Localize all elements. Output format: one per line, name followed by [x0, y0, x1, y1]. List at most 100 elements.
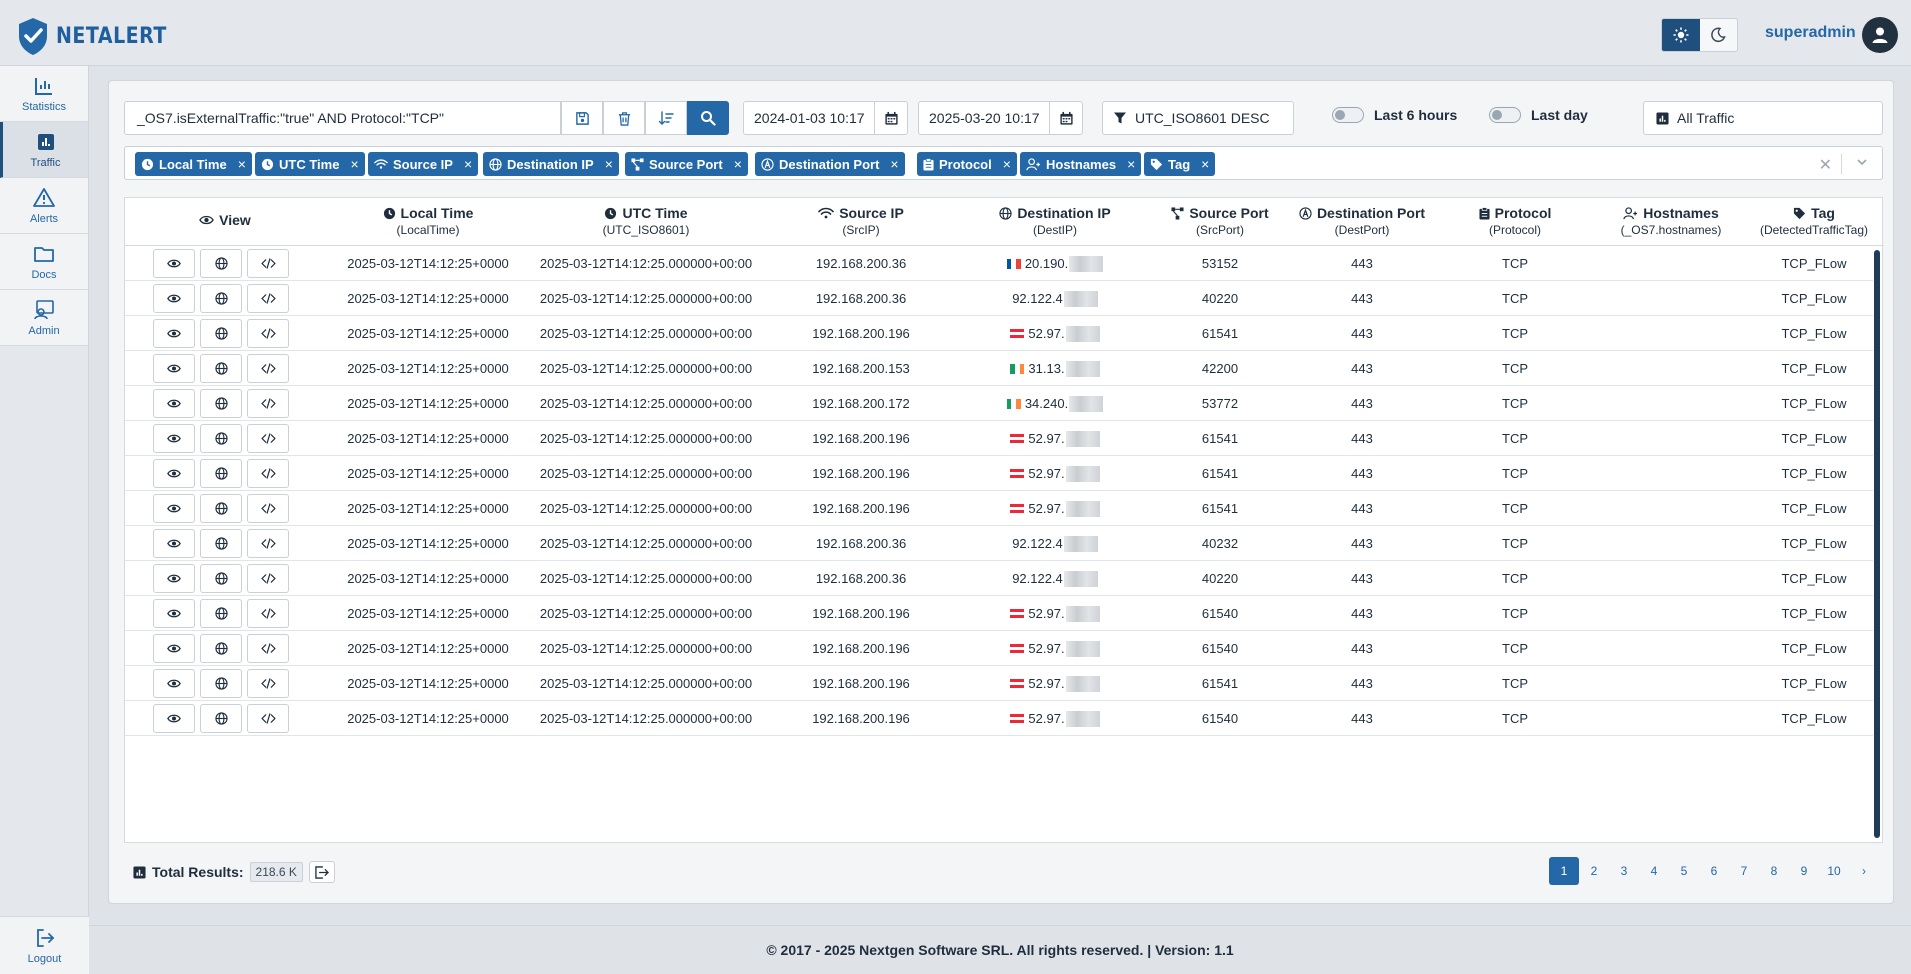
- table-row[interactable]: 2025-03-12T14:12:25+0000 2025-03-12T14:1…: [125, 491, 1873, 526]
- column-header-hostnames[interactable]: Hostnames (_OS7.hostnames): [1597, 205, 1745, 237]
- chip-source-ip[interactable]: Source IP ×: [368, 152, 479, 176]
- table-row[interactable]: 2025-03-12T14:12:25+0000 2025-03-12T14:1…: [125, 631, 1873, 666]
- clear-chips-icon[interactable]: ✕: [1819, 155, 1832, 175]
- view-geo-button[interactable]: [200, 704, 242, 733]
- chip-remove-icon[interactable]: ×: [1127, 156, 1135, 172]
- page-3-button[interactable]: 3: [1609, 857, 1639, 885]
- view-details-button[interactable]: [153, 459, 195, 488]
- view-json-button[interactable]: [247, 494, 289, 523]
- toggle-switch[interactable]: [1332, 107, 1364, 123]
- view-json-button[interactable]: [247, 704, 289, 733]
- view-geo-button[interactable]: [200, 529, 242, 558]
- view-json-button[interactable]: [247, 564, 289, 593]
- page-4-button[interactable]: 4: [1639, 857, 1669, 885]
- chip-local-time[interactable]: Local Time ×: [135, 152, 252, 176]
- page-9-button[interactable]: 9: [1789, 857, 1819, 885]
- chip-remove-icon[interactable]: ×: [238, 156, 246, 172]
- view-geo-button[interactable]: [200, 284, 242, 313]
- table-row[interactable]: 2025-03-12T14:12:25+0000 2025-03-12T14:1…: [125, 526, 1873, 561]
- table-row[interactable]: 2025-03-12T14:12:25+0000 2025-03-12T14:1…: [125, 666, 1873, 701]
- view-json-button[interactable]: [247, 529, 289, 558]
- column-header-source-ip[interactable]: Source IP (SrcIP): [761, 205, 961, 237]
- chip-remove-icon[interactable]: ×: [1003, 156, 1011, 172]
- view-details-button[interactable]: [153, 494, 195, 523]
- date-from-picker-button[interactable]: [874, 101, 908, 135]
- page-5-button[interactable]: 5: [1669, 857, 1699, 885]
- column-header-protocol[interactable]: Protocol (Protocol): [1433, 205, 1597, 237]
- table-scrollbar[interactable]: [1874, 250, 1880, 838]
- view-json-button[interactable]: [247, 459, 289, 488]
- view-json-button[interactable]: [247, 389, 289, 418]
- view-geo-button[interactable]: [200, 424, 242, 453]
- table-row[interactable]: 2025-03-12T14:12:25+0000 2025-03-12T14:1…: [125, 456, 1873, 491]
- view-details-button[interactable]: [153, 319, 195, 348]
- sidebar-item-docs[interactable]: Docs: [0, 234, 88, 290]
- view-geo-button[interactable]: [200, 389, 242, 418]
- chip-remove-icon[interactable]: ×: [1201, 156, 1209, 172]
- app-logo[interactable]: NETALERT: [16, 16, 167, 56]
- view-geo-button[interactable]: [200, 354, 242, 383]
- table-row[interactable]: 2025-03-12T14:12:25+0000 2025-03-12T14:1…: [125, 351, 1873, 386]
- view-json-button[interactable]: [247, 424, 289, 453]
- view-json-button[interactable]: [247, 249, 289, 278]
- view-geo-button[interactable]: [200, 669, 242, 698]
- view-details-button[interactable]: [153, 669, 195, 698]
- view-geo-button[interactable]: [200, 319, 242, 348]
- chip-protocol[interactable]: Protocol ×: [917, 152, 1017, 176]
- view-geo-button[interactable]: [200, 249, 242, 278]
- view-details-button[interactable]: [153, 424, 195, 453]
- query-input[interactable]: _OS7.isExternalTraffic:"true" AND Protoc…: [124, 101, 561, 135]
- chip-destination-ip[interactable]: Destination IP ×: [483, 152, 619, 176]
- column-header-tag[interactable]: Tag (DetectedTrafficTag): [1745, 205, 1883, 237]
- view-details-button[interactable]: [153, 284, 195, 313]
- chip-destination-port[interactable]: Destination Port ×: [755, 152, 905, 176]
- toggle-switch[interactable]: [1489, 107, 1521, 123]
- date-from-input[interactable]: 2024-01-03 10:17: [743, 101, 883, 135]
- user-avatar[interactable]: [1862, 17, 1898, 53]
- chip-remove-icon[interactable]: ×: [464, 156, 472, 172]
- view-json-button[interactable]: [247, 319, 289, 348]
- sidebar-item-alerts[interactable]: Alerts: [0, 178, 88, 234]
- search-button[interactable]: [687, 101, 729, 135]
- page-6-button[interactable]: 6: [1699, 857, 1729, 885]
- view-details-button[interactable]: [153, 354, 195, 383]
- sort-button[interactable]: [645, 101, 687, 135]
- column-header-utc-time[interactable]: UTC Time (UTC_ISO8601): [531, 205, 761, 237]
- view-geo-button[interactable]: [200, 564, 242, 593]
- sidebar-item-traffic[interactable]: Traffic: [0, 122, 88, 178]
- delete-query-button[interactable]: [603, 101, 645, 135]
- next-page-button[interactable]: ›: [1849, 857, 1879, 885]
- view-geo-button[interactable]: [200, 634, 242, 663]
- page-8-button[interactable]: 8: [1759, 857, 1789, 885]
- table-row[interactable]: 2025-03-12T14:12:25+0000 2025-03-12T14:1…: [125, 701, 1873, 736]
- sidebar-item-statistics[interactable]: Statistics: [0, 66, 88, 122]
- chip-tag[interactable]: Tag ×: [1144, 152, 1216, 176]
- view-geo-button[interactable]: [200, 459, 242, 488]
- last-6-hours-toggle[interactable]: Last 6 hours: [1332, 107, 1457, 123]
- chip-remove-icon[interactable]: ×: [890, 156, 898, 172]
- date-to-picker-button[interactable]: [1049, 101, 1083, 135]
- view-json-button[interactable]: [247, 669, 289, 698]
- column-header-view[interactable]: View: [125, 212, 325, 228]
- table-row[interactable]: 2025-03-12T14:12:25+0000 2025-03-12T14:1…: [125, 386, 1873, 421]
- user-name[interactable]: superadmin: [1765, 24, 1856, 42]
- column-header-destination-port[interactable]: Destination Port (DestPort): [1291, 205, 1433, 237]
- view-geo-button[interactable]: [200, 599, 242, 628]
- chip-source-port[interactable]: Source Port ×: [625, 152, 748, 176]
- traffic-type-select[interactable]: All Traffic: [1643, 101, 1883, 135]
- column-header-local-time[interactable]: Local Time (LocalTime): [325, 205, 531, 237]
- page-2-button[interactable]: 2: [1579, 857, 1609, 885]
- column-header-source-port[interactable]: Source Port (SrcPort): [1149, 205, 1291, 237]
- export-button[interactable]: [308, 861, 335, 883]
- table-row[interactable]: 2025-03-12T14:12:25+0000 2025-03-12T14:1…: [125, 421, 1873, 456]
- logout-button[interactable]: Logout: [0, 916, 89, 974]
- column-selector[interactable]: Local Time × UTC Time × Source IP × Destina…: [124, 146, 1883, 180]
- table-row[interactable]: 2025-03-12T14:12:25+0000 2025-03-12T14:1…: [125, 561, 1873, 596]
- view-details-button[interactable]: [153, 564, 195, 593]
- view-json-button[interactable]: [247, 634, 289, 663]
- view-details-button[interactable]: [153, 704, 195, 733]
- sort-order-select[interactable]: UTC_ISO8601 DESC: [1102, 101, 1294, 135]
- chip-hostnames[interactable]: Hostnames ×: [1020, 152, 1142, 176]
- page-1-button[interactable]: 1: [1549, 857, 1579, 885]
- table-row[interactable]: 2025-03-12T14:12:25+0000 2025-03-12T14:1…: [125, 316, 1873, 351]
